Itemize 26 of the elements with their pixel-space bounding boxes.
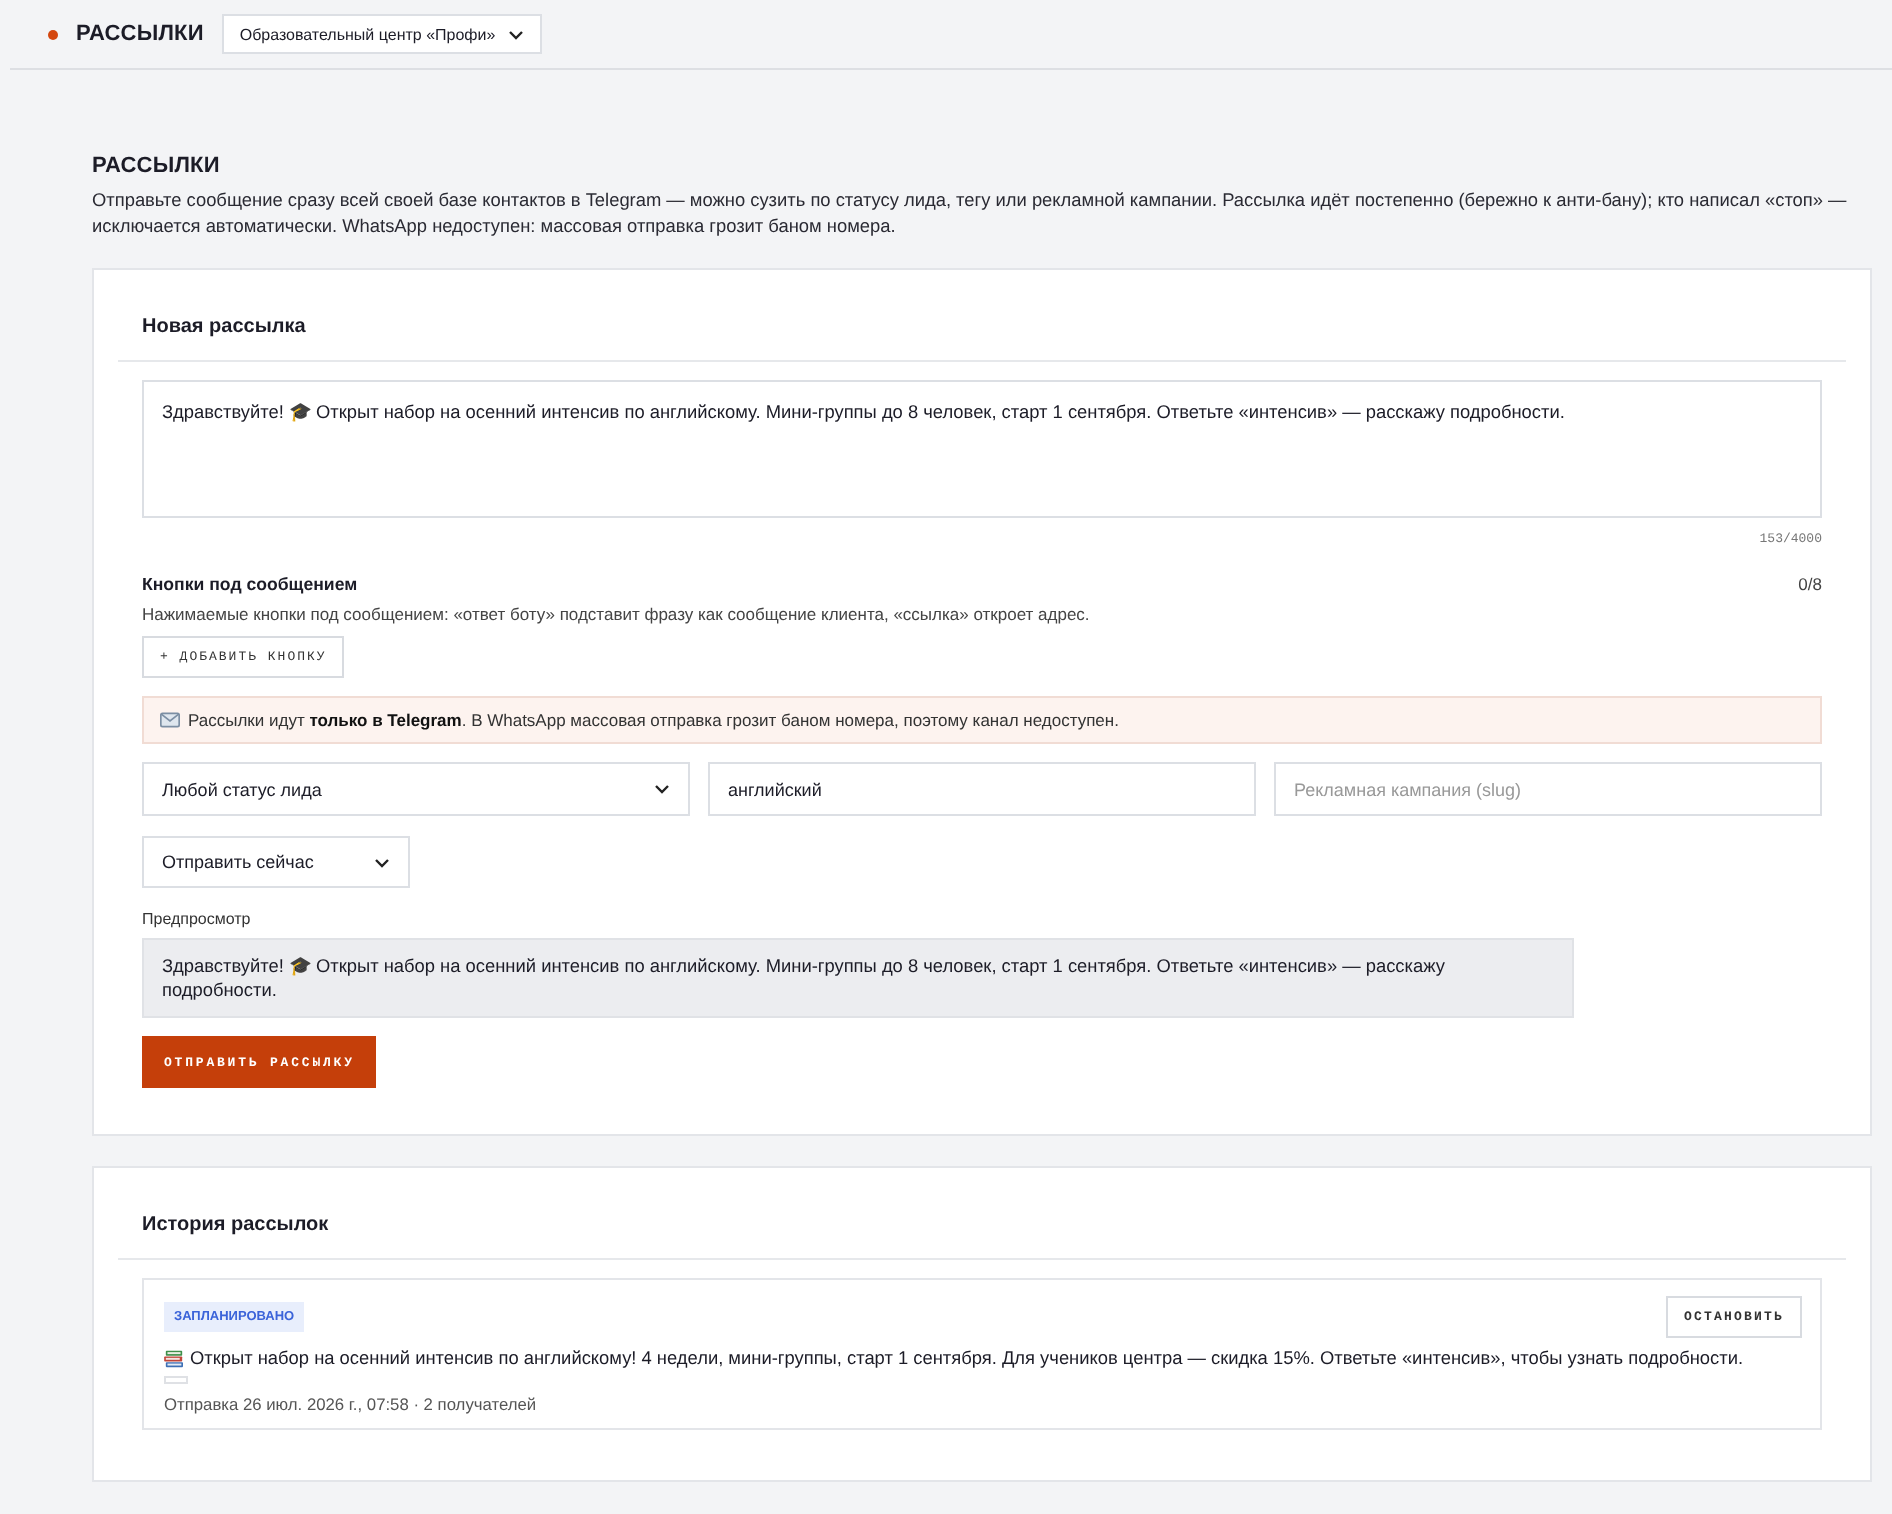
filter-input[interactable]: Рекламная кампания (slug) — [1274, 762, 1822, 816]
section-hint: Нажимаемые кнопки под сообщением: «ответ боту» подставит фразу как сообщение клиента, «ссылка» откроет адрес. — [142, 602, 1090, 626]
chevron-icon — [654, 784, 670, 794]
card-title: Новая рассылка — [140, 314, 308, 342]
page-description: Отправьте сообщение сразу всей своей базе контактов в Telegram — можно сузить по статусу лида, тегу или рекламной кампании. Рассылка идёт постепенно (бережно к анти-бану); кто написал «стоп» — исключается автоматически. WhatsApp недоступен: массовая отправка грозит баном номера. — [92, 188, 1849, 238]
message-field[interactable]: Здравствуйте! 🎓 Открыт набор на осенний интенсив по английскому. Мини-группы до 8 человек, старт 1 сентября. Ответьте «интенсив» — расскажу подробности. — [142, 380, 1822, 518]
chevron-icon — [374, 857, 390, 867]
page-title: РАССЫЛКИ — [92, 152, 222, 180]
preview-label: Предпросмотр — [142, 908, 251, 932]
schedule-select[interactable]: Отправить сейчас — [142, 836, 410, 888]
notice-text: Рассылки идут только в Telegram. В WhatsApp массовая отправка грозит баном номера, поэтому канал недоступен. — [188, 710, 1119, 730]
organization-select[interactable]: Образовательный центр «Профи» — [221, 14, 542, 54]
card-title: История рассылок — [140, 1212, 331, 1240]
broadcast-meta: Отправка 26 июл. 2026 г., 07:58 · 2 получателей — [164, 1392, 537, 1416]
broadcast-message: Открыт набор на осенний интенсив по английскому! 4 недели, мини-группы, старт 1 сентября. Для учеников центра — скидка 15%. Ответьте «интенсив», чтобы узнать подробности. — [190, 1346, 1744, 1370]
empty-chip — [164, 1376, 188, 1384]
chevron-icon — [507, 29, 524, 39]
app-title: РАССЫЛКИ — [76, 22, 204, 46]
books-icon — [164, 1349, 184, 1367]
button-count: 0/8 — [1798, 574, 1822, 594]
section-title: Кнопки под сообщением — [142, 572, 358, 596]
message-preview: Здравствуйте! 🎓 Открыт набор на осенний интенсив по английскому. Мини-группы до 8 человек, старт 1 сентября. Ответьте «интенсив» — расскажу подробности. — [142, 938, 1574, 1018]
filter-select[interactable]: Любой статус лида — [142, 762, 690, 816]
envelope-icon — [160, 712, 180, 728]
dot-icon — [48, 29, 58, 39]
filter-input[interactable]: английский — [708, 762, 1256, 816]
